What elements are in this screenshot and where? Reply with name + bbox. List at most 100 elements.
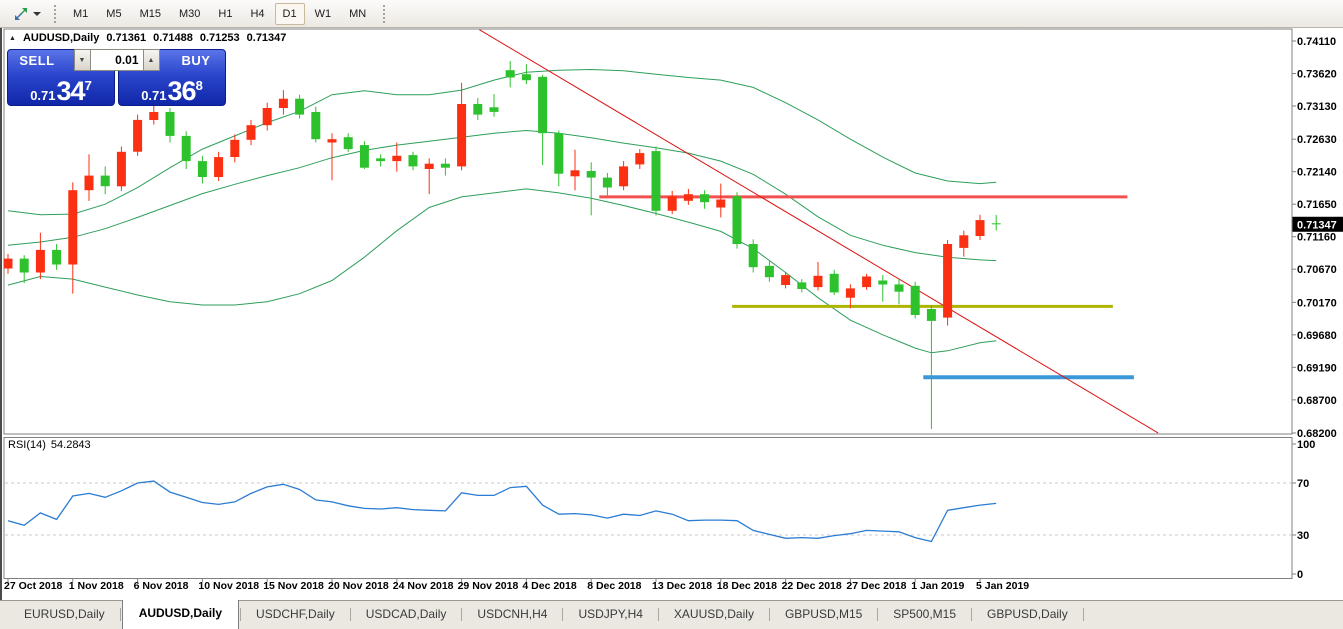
candle	[311, 112, 320, 139]
candle	[700, 194, 709, 202]
candle	[781, 275, 790, 285]
one-click-trading-panel: SELL 0.71347 ▼ ▲ BUY 0.71368	[7, 49, 226, 106]
svg-text:20 Nov 2018: 20 Nov 2018	[328, 580, 389, 592]
candle	[878, 281, 887, 285]
arrows-tool-icon	[13, 6, 29, 22]
ohlc-close: 0.71347	[247, 32, 287, 44]
timeframe-button-m30[interactable]: M30	[171, 3, 208, 25]
rsi-axis[interactable]: 10070300	[1292, 439, 1315, 581]
main-chart-canvas[interactable]: 0.741100.736200.731300.726300.721400.716…	[2, 28, 1343, 600]
timeframe-button-mn[interactable]: MN	[341, 3, 374, 25]
candle	[814, 276, 823, 287]
candle	[133, 120, 142, 152]
timeframe-button-m5[interactable]: M5	[98, 3, 129, 25]
candle	[830, 274, 839, 293]
candle	[652, 151, 661, 211]
chart-tab-usdjpy[interactable]: USDJPY,H4	[564, 602, 656, 626]
ask-price-prefix: 0.71	[141, 88, 166, 103]
chart-symbol: AUDUSD,Daily	[23, 32, 99, 44]
volume-increase-button[interactable]: ▲	[143, 49, 160, 71]
candle	[571, 170, 580, 176]
svg-text:0.71160: 0.71160	[1297, 232, 1336, 244]
chart-tab-usdcad[interactable]: USDCAD,Daily	[352, 602, 461, 626]
chart-tab-xauusd[interactable]: XAUUSD,Daily	[660, 602, 768, 626]
tab-separator	[877, 608, 878, 621]
chart-tab-audusd[interactable]: AUDUSD,Daily	[122, 599, 239, 629]
timeframe-button-group: M1M5M15M30H1H4D1W1MN	[64, 3, 375, 25]
timeframe-button-d1[interactable]: D1	[275, 3, 305, 25]
candle	[846, 288, 855, 297]
chart-tab-gbpusd[interactable]: GBPUSD,Daily	[973, 602, 1082, 626]
candle	[52, 250, 61, 265]
ohlc-low: 0.71253	[200, 32, 240, 44]
chart-tab-gbpusd[interactable]: GBPUSD,M15	[771, 602, 876, 626]
candle	[279, 99, 288, 108]
svg-text:22 Dec 2018: 22 Dec 2018	[782, 580, 842, 592]
candle	[20, 259, 29, 273]
candle	[117, 152, 126, 187]
tab-separator	[461, 608, 462, 621]
candle	[166, 112, 175, 136]
time-axis[interactable]: 27 Oct 20181 Nov 20186 Nov 201810 Nov 20…	[4, 579, 1029, 593]
volume-control: ▼ ▲	[74, 49, 160, 71]
candle	[635, 153, 644, 164]
candle	[976, 220, 985, 236]
candle	[862, 277, 871, 288]
candle	[619, 166, 628, 186]
svg-text:0.70170: 0.70170	[1297, 297, 1337, 309]
candle	[684, 194, 693, 201]
ask-price-sup: 8	[196, 78, 203, 93]
candle	[668, 196, 677, 211]
rsi-value: 54.2843	[51, 439, 91, 451]
timeframe-button-m1[interactable]: M1	[65, 3, 96, 25]
svg-text:5 Jan 2019: 5 Jan 2019	[976, 580, 1029, 592]
bid-price: 0.71347	[8, 78, 114, 105]
ask-price: 0.71368	[119, 78, 225, 105]
candle	[68, 190, 77, 264]
chart-tab-sp500[interactable]: SP500,M15	[879, 602, 970, 626]
candle	[457, 104, 466, 166]
svg-text:0.72140: 0.72140	[1297, 167, 1337, 179]
timeframe-button-h4[interactable]: H4	[242, 3, 272, 25]
svg-text:30: 30	[1297, 530, 1309, 542]
candle	[149, 112, 158, 120]
candle	[247, 125, 256, 140]
buy-button-label: BUY	[167, 53, 225, 68]
price-axis[interactable]: 0.741100.736200.731300.726300.721400.716…	[1292, 36, 1343, 440]
candle	[490, 107, 499, 112]
candle	[214, 157, 223, 177]
candle	[263, 108, 272, 125]
volume-decrease-button[interactable]: ▼	[74, 49, 91, 71]
tab-separator	[562, 608, 563, 621]
tab-separator	[120, 608, 121, 621]
candle	[473, 104, 482, 115]
timeframe-button-m15[interactable]: M15	[132, 3, 169, 25]
arrows-tool-button[interactable]	[8, 3, 46, 25]
svg-text:29 Nov 2018: 29 Nov 2018	[458, 580, 519, 592]
volume-input[interactable]	[91, 49, 143, 71]
chart-tab-usdcnh[interactable]: USDCNH,H4	[463, 602, 561, 626]
timeframe-button-h1[interactable]: H1	[210, 3, 240, 25]
ohlc-open: 0.71361	[106, 32, 146, 44]
candle	[733, 196, 742, 244]
candle	[198, 161, 207, 177]
svg-text:6 Nov 2018: 6 Nov 2018	[134, 580, 189, 592]
timeframe-button-w1[interactable]: W1	[307, 3, 340, 25]
svg-text:0.72630: 0.72630	[1297, 134, 1337, 146]
svg-text:0.73620: 0.73620	[1297, 69, 1337, 81]
candle	[911, 286, 920, 315]
chart-tab-usdchf[interactable]: USDCHF,Daily	[242, 602, 349, 626]
candle	[441, 164, 450, 168]
svg-text:0.69680: 0.69680	[1297, 330, 1337, 342]
candle	[425, 164, 434, 169]
candle	[506, 70, 515, 77]
tab-separator	[769, 608, 770, 621]
chevron-down-icon	[33, 12, 41, 16]
candle	[182, 136, 191, 161]
chart-panes	[4, 29, 1292, 579]
svg-text:8 Dec 2018: 8 Dec 2018	[587, 580, 641, 592]
candle	[765, 266, 774, 277]
chart-tab-eurusd[interactable]: EURUSD,Daily	[10, 602, 119, 626]
svg-text:4 Dec 2018: 4 Dec 2018	[522, 580, 576, 592]
candle	[328, 139, 337, 142]
